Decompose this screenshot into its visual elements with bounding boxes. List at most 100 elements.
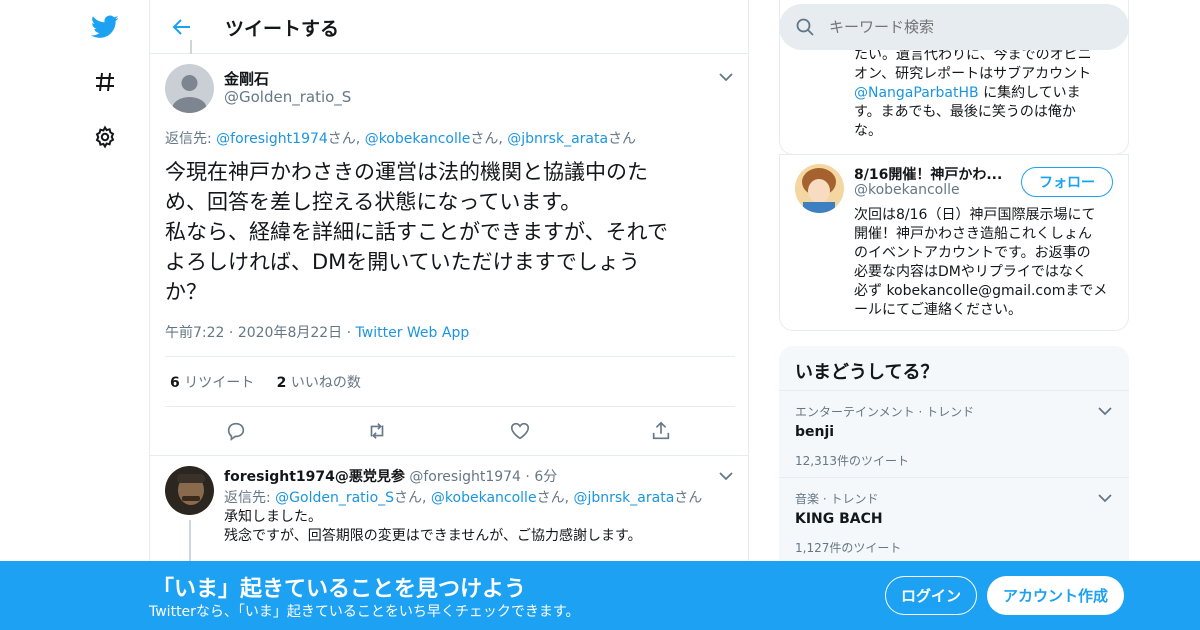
banner-subtext: Twitterなら、「いま」起きていることをいち早くチェックできます。 [149,604,580,620]
tweet-body-line: よろしければ、DMを開いていただけますでしょう [165,250,640,274]
reply-to-line: 返信先: @foresight1974さん, @kobekancolleさん, … [165,128,636,148]
separator: , [422,490,431,506]
share-icon[interactable] [650,420,672,442]
reply-prefix: 返信先: [224,490,276,506]
avatar[interactable] [165,64,214,113]
mention-suffix: さん [674,490,703,506]
author-handle[interactable]: @foresight1974 [409,469,521,485]
mention-suffix: さん [608,131,637,147]
retweet-icon[interactable] [366,420,388,442]
bio-line: @NangaParbatHB に集約していま [854,84,1092,103]
bio-mention-link[interactable]: @NangaParbatHB [854,85,979,101]
search-icon [795,17,815,41]
retweet-stat[interactable]: 6 リツイート [170,375,254,391]
author-handle[interactable]: @Golden_ratio_S [224,88,351,106]
follow-button[interactable]: フォロー [1021,167,1113,197]
explore-hashtag-icon[interactable] [91,68,119,96]
bio-line: オン、研究レポートはサブアカウント [854,66,1092,82]
account-name[interactable]: 8/16開催！神戸かわ... [854,164,1002,184]
reply-header: foresight1974@悪党見参 @foresight1974 · 6分 [224,466,557,486]
mention-link[interactable]: @jbnrsk_arata [507,131,608,147]
login-button[interactable]: ログイン [885,576,977,615]
tweet-stats: 6 リツイート 2 いいねの数 [170,372,361,392]
tweet-meta: 午前7:22 · 2020年8月22日 · Twitter Web App [165,322,469,342]
bio-line: のイベントアカウントです。お返事の [854,245,1091,261]
trend-count: 1,127件のツイート [795,541,902,555]
trends-title: いまどうしてる？ [795,362,939,383]
banner-headline: 「いま」起きていることを見つけよう [152,577,527,602]
like-heart-icon[interactable] [509,420,531,442]
author-name[interactable]: foresight1974@悪党見参 [224,469,405,485]
page-header: ツイートする [150,0,748,54]
divider [780,154,1128,155]
back-arrow-icon[interactable] [170,15,194,39]
tweet-body-line: か？ [165,280,207,304]
reply-body-line: 承知しました。 [224,509,322,525]
reply-tweet[interactable]: foresight1974@悪党見参 @foresight1974 · 6分 返… [150,456,748,566]
like-count: 2 [276,375,287,391]
trend-name: KING BACH [795,511,883,527]
separator: , [498,131,508,147]
settings-gear-icon[interactable] [91,123,119,151]
avatar[interactable] [795,164,844,213]
reply-prefix: 返信先: [165,131,217,147]
account-bio: 次回は8/16（日）神戸国際展示場にて 開催！神戸かわさき造船これくしょん のイ… [854,206,1107,320]
chevron-down-icon[interactable] [1097,403,1113,419]
trend-category: 音楽 · トレンド [795,492,879,506]
author-name[interactable]: 金剛石 [224,68,269,89]
tweet-body-line: 私なら、経緯を詳細に話すことができますが、それで [165,220,668,244]
search-box[interactable] [779,4,1129,50]
tweet-source[interactable]: Twitter Web App [356,325,470,341]
bio-text: たい。遺言代わりに、今までのオピニ オン、研究レポートはサブアカウント @Nan… [854,46,1092,141]
tweet-time[interactable]: 午前7:22 [165,325,224,341]
chevron-down-icon[interactable] [718,69,734,85]
reply-to-line: 返信先: @Golden_ratio_Sさん, @kobekancolleさん,… [224,487,702,507]
mention-link[interactable]: @Golden_ratio_S [275,490,394,506]
chevron-down-icon[interactable] [718,468,734,484]
twitter-logo-icon[interactable] [91,13,119,41]
bio-text-fragment: に集約していま [978,85,1081,101]
bio-line: 必要な内容はDMやリプライではなく [854,264,1087,280]
bio-line: 必ず kobekancolle@gmail.comまでメ [854,283,1108,299]
who-to-follow-card: 8/16開催！神戸かわ... @kobekancolle フォロー 次回は8/1… [779,154,1129,331]
tweet-body-line: め、回答を差し控える状態になっています。 [165,190,582,214]
page-title: ツイートする [225,18,340,40]
retweet-label: リツイート [184,375,255,391]
mention-suffix: さん [536,490,565,506]
trend-item[interactable]: エンターテインメント · トレンド benji 12,313件のツイート [779,391,1129,477]
bio-line: す。まあでも、最後に笑うのは俺か [854,104,1076,120]
trend-name: benji [795,424,835,440]
bio-line: 開催！神戸かわさき造船これくしょん [854,226,1092,242]
trend-item[interactable]: 音楽 · トレンド KING BACH 1,127件のツイート [779,478,1129,564]
tweet-body-line: 今現在神戸かわさきの運営は法的機関と協議中のた [165,160,648,184]
avatar[interactable] [165,466,214,515]
mention-link[interactable]: @foresight1974 [216,131,328,147]
mention-suffix: さん [327,131,356,147]
mention-suffix: さん [470,131,499,147]
thread-connector [189,520,191,566]
mention-link[interactable]: @kobekancolle [431,490,537,506]
trend-count: 12,313件のツイート [795,454,909,468]
separator: , [355,131,365,147]
signup-banner: 「いま」起きていることを見つけよう Twitterなら、「いま」起きていることを… [0,561,1200,630]
left-nav [80,0,130,630]
reply-body: 承知しました。 残念ですが、回答期限の変更はできませんが、ご協力感謝します。 [224,508,642,546]
like-stat[interactable]: 2 いいねの数 [277,375,361,391]
thread-connector [190,40,192,54]
mention-link[interactable]: @kobekancolle [365,131,471,147]
account-handle[interactable]: @kobekancolle [854,182,960,198]
chevron-down-icon[interactable] [1097,490,1113,506]
bio-line: 次回は8/16（日）神戸国際展示場にて [854,207,1096,223]
reply-time[interactable]: 6分 [534,469,557,485]
retweet-count: 6 [170,375,180,391]
main-column: ツイートする 金剛石 @Golden_ratio_S 返信先: @foresig… [149,0,749,630]
mention-link[interactable]: @jbnrsk_arata [573,490,674,506]
tweet-body: 今現在神戸かわさきの運営は法的機関と協議中のた め、回答を差し控える状態になって… [165,157,668,307]
reply-icon[interactable] [225,420,247,442]
bio-line: な。 [854,123,882,139]
separator: · [228,325,234,341]
tweet-date[interactable]: 2020年8月22日 [238,325,342,341]
signup-button[interactable]: アカウント作成 [987,576,1124,615]
mention-suffix: さん [394,490,423,506]
search-input[interactable] [829,14,1109,40]
